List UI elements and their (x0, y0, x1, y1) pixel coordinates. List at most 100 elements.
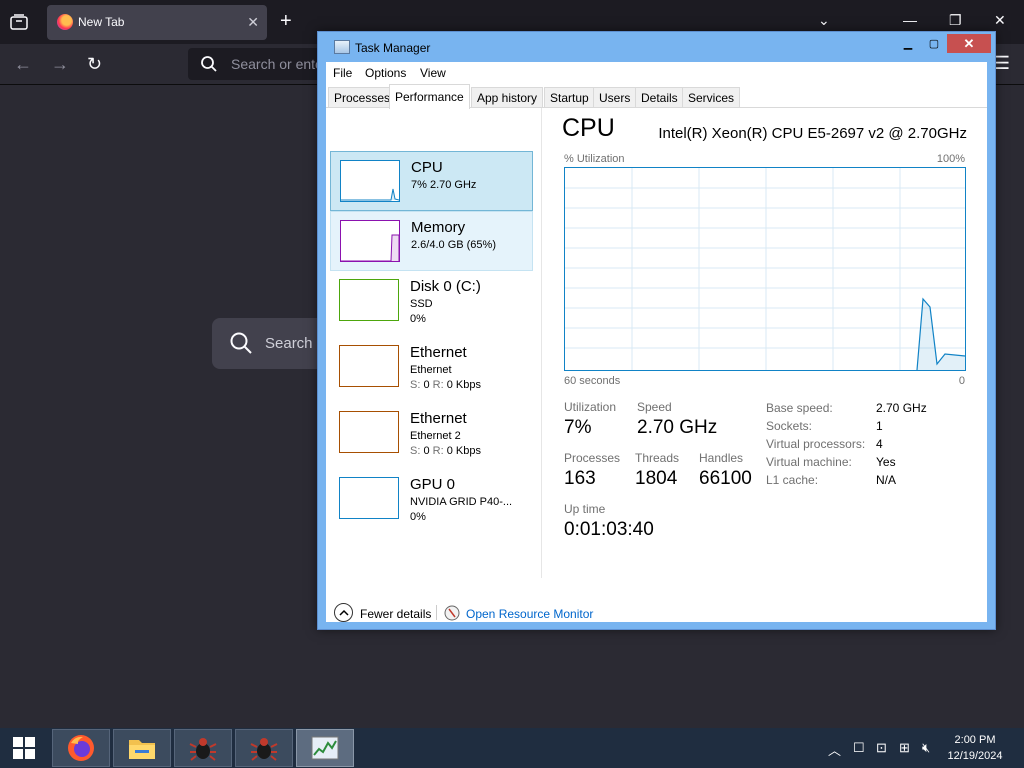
close-button[interactable]: ✕ (947, 34, 991, 53)
utilization-axis-label: % Utilization (564, 153, 625, 165)
close-tab-icon[interactable]: ✕ (247, 14, 259, 31)
resource-ethernet-1[interactable]: Ethernet Ethernet S: 0 R: 0 Kbps (330, 337, 533, 397)
sockets-value: 1 (876, 419, 883, 433)
network-icon[interactable]: ⊞ (899, 740, 910, 756)
disk-thumbnail (339, 279, 399, 321)
tab-services[interactable]: Services (682, 87, 741, 107)
resource-disk[interactable]: Disk 0 (C:) SSD 0% (330, 271, 533, 331)
close-window-icon[interactable]: ✕ (994, 12, 1006, 29)
task-manager-icon (311, 736, 339, 760)
bug-icon (250, 738, 278, 761)
browser-tab-title: New Tab (78, 15, 125, 29)
resource-name: Memory (411, 219, 466, 236)
taskbar-bug-app-2[interactable] (235, 729, 293, 767)
uptime-value: 0:01:03:40 (564, 519, 654, 540)
search-icon (201, 56, 217, 72)
task-manager-body: File Options View Processes Performance … (326, 62, 987, 622)
resource-name: Ethernet (410, 344, 467, 361)
resource-monitor-icon (444, 605, 460, 621)
resource-ethernet-2[interactable]: Ethernet Ethernet 2 S: 0 R: 0 Kbps (330, 403, 533, 463)
resource-throughput: S: 0 R: 0 Kbps (410, 379, 481, 391)
tab-users[interactable]: Users (593, 87, 637, 107)
resource-detail: Ethernet (410, 364, 452, 376)
cpu-model: Intel(R) Xeon(R) CPU E5-2697 v2 @ 2.70GH… (658, 125, 967, 142)
cpu-detail-panel: CPU Intel(R) Xeon(R) CPU E5-2697 v2 @ 2.… (543, 108, 987, 578)
utilization-value: 7% (564, 417, 592, 438)
resource-name: Ethernet (410, 410, 467, 427)
chevron-down-icon[interactable]: ⌄ (818, 12, 830, 29)
handles-value: 66100 (699, 468, 752, 489)
virtual-machine-value: Yes (876, 455, 896, 469)
utilization-label: Utilization (564, 400, 617, 414)
tab-details[interactable]: Details (635, 87, 684, 107)
footer-bar: Fewer details Open Resource Monitor (326, 578, 987, 622)
footer-divider (436, 605, 437, 620)
chevron-up-icon[interactable]: ︿ (828, 740, 841, 759)
hamburger-menu-icon[interactable]: ☰ (994, 53, 1010, 74)
windows-logo-icon (13, 737, 35, 759)
resource-cpu[interactable]: CPU 7% 2.70 GHz (330, 151, 533, 211)
resource-name: Disk 0 (C:) (410, 278, 481, 295)
resource-memory[interactable]: Memory 2.6/4.0 GB (65%) (330, 211, 533, 271)
search-icon (230, 332, 252, 354)
firefox-icon (68, 735, 94, 761)
tab-processes[interactable]: Processes (328, 87, 397, 107)
fewer-details-link[interactable]: Fewer details (360, 607, 431, 621)
minimize-button[interactable]: ▁ (895, 34, 921, 53)
resource-throughput: S: 0 R: 0 Kbps (410, 445, 481, 457)
processes-value: 163 (564, 468, 596, 489)
resource-detail: Ethernet 2 (410, 430, 461, 442)
tab-app-history[interactable]: App history (471, 87, 544, 107)
taskbar-task-manager[interactable] (296, 729, 354, 767)
taskbar-file-explorer[interactable] (113, 729, 171, 767)
window-title: Task Manager (355, 41, 431, 55)
menu-options[interactable]: Options (365, 66, 406, 80)
sockets-label: Sockets: (766, 419, 813, 433)
resource-usage: 0% (410, 511, 426, 523)
speed-value: 2.70 GHz (637, 417, 718, 438)
menu-bar: File Options View (326, 62, 987, 84)
title-bar[interactable]: Task Manager ▁ ▢ ✕ (318, 32, 995, 62)
resource-detail: 7% 2.70 GHz (411, 179, 477, 191)
minimize-icon[interactable]: — (903, 12, 917, 28)
menu-file[interactable]: File (333, 66, 352, 80)
taskbar-bug-app-1[interactable] (174, 729, 232, 767)
clock-time: 2:00 PM (954, 734, 996, 746)
restore-icon[interactable]: ❐ (949, 12, 962, 29)
reload-icon[interactable]: ↻ (87, 54, 102, 75)
browser-tab[interactable]: New Tab ✕ (47, 5, 267, 40)
gpu-thumbnail (339, 477, 399, 519)
resource-detail: 2.6/4.0 GB (65%) (411, 239, 496, 251)
page-title: CPU (562, 114, 615, 142)
maximize-button[interactable]: ▢ (921, 34, 947, 53)
new-tab-button[interactable]: + (280, 11, 292, 31)
tray-square-icon[interactable]: ☐ (853, 740, 865, 756)
volume-muted-icon[interactable]: 🔇︎ (922, 740, 930, 756)
start-button[interactable] (0, 728, 48, 768)
handles-label: Handles (699, 451, 744, 465)
base-speed-value: 2.70 GHz (876, 401, 927, 415)
taskbar-firefox[interactable] (52, 729, 110, 767)
tab-list-icon[interactable] (8, 11, 30, 33)
cpu-graph-canvas (565, 168, 966, 371)
resource-name: GPU 0 (410, 476, 456, 493)
resource-gpu[interactable]: GPU 0 NVIDIA GRID P40-... 0% (330, 469, 533, 529)
virtual-machine-label: Virtual machine: (766, 455, 852, 469)
l1-cache-value: N/A (876, 473, 897, 487)
url-placeholder: Search or ente (231, 56, 323, 72)
back-icon[interactable]: ← (14, 54, 32, 75)
forward-icon[interactable]: → (51, 54, 69, 75)
tray-app-icon[interactable]: ⊡ (876, 740, 887, 756)
system-clock[interactable]: 2:00 PM 12/19/2024 (940, 732, 1010, 764)
threads-value: 1804 (635, 468, 678, 489)
tab-startup[interactable]: Startup (544, 87, 595, 107)
memory-thumbnail (340, 220, 400, 262)
menu-view[interactable]: View (420, 66, 446, 80)
chevron-up-icon[interactable] (334, 603, 353, 622)
open-resource-monitor-link[interactable]: Open Resource Monitor (466, 607, 593, 621)
tab-performance[interactable]: Performance (389, 84, 470, 109)
processes-label: Processes (564, 451, 621, 465)
resource-detail: NVIDIA GRID P40-... (410, 496, 513, 508)
l1-cache-label: L1 cache: (766, 473, 819, 487)
virtual-processors-label: Virtual processors: (766, 437, 866, 451)
